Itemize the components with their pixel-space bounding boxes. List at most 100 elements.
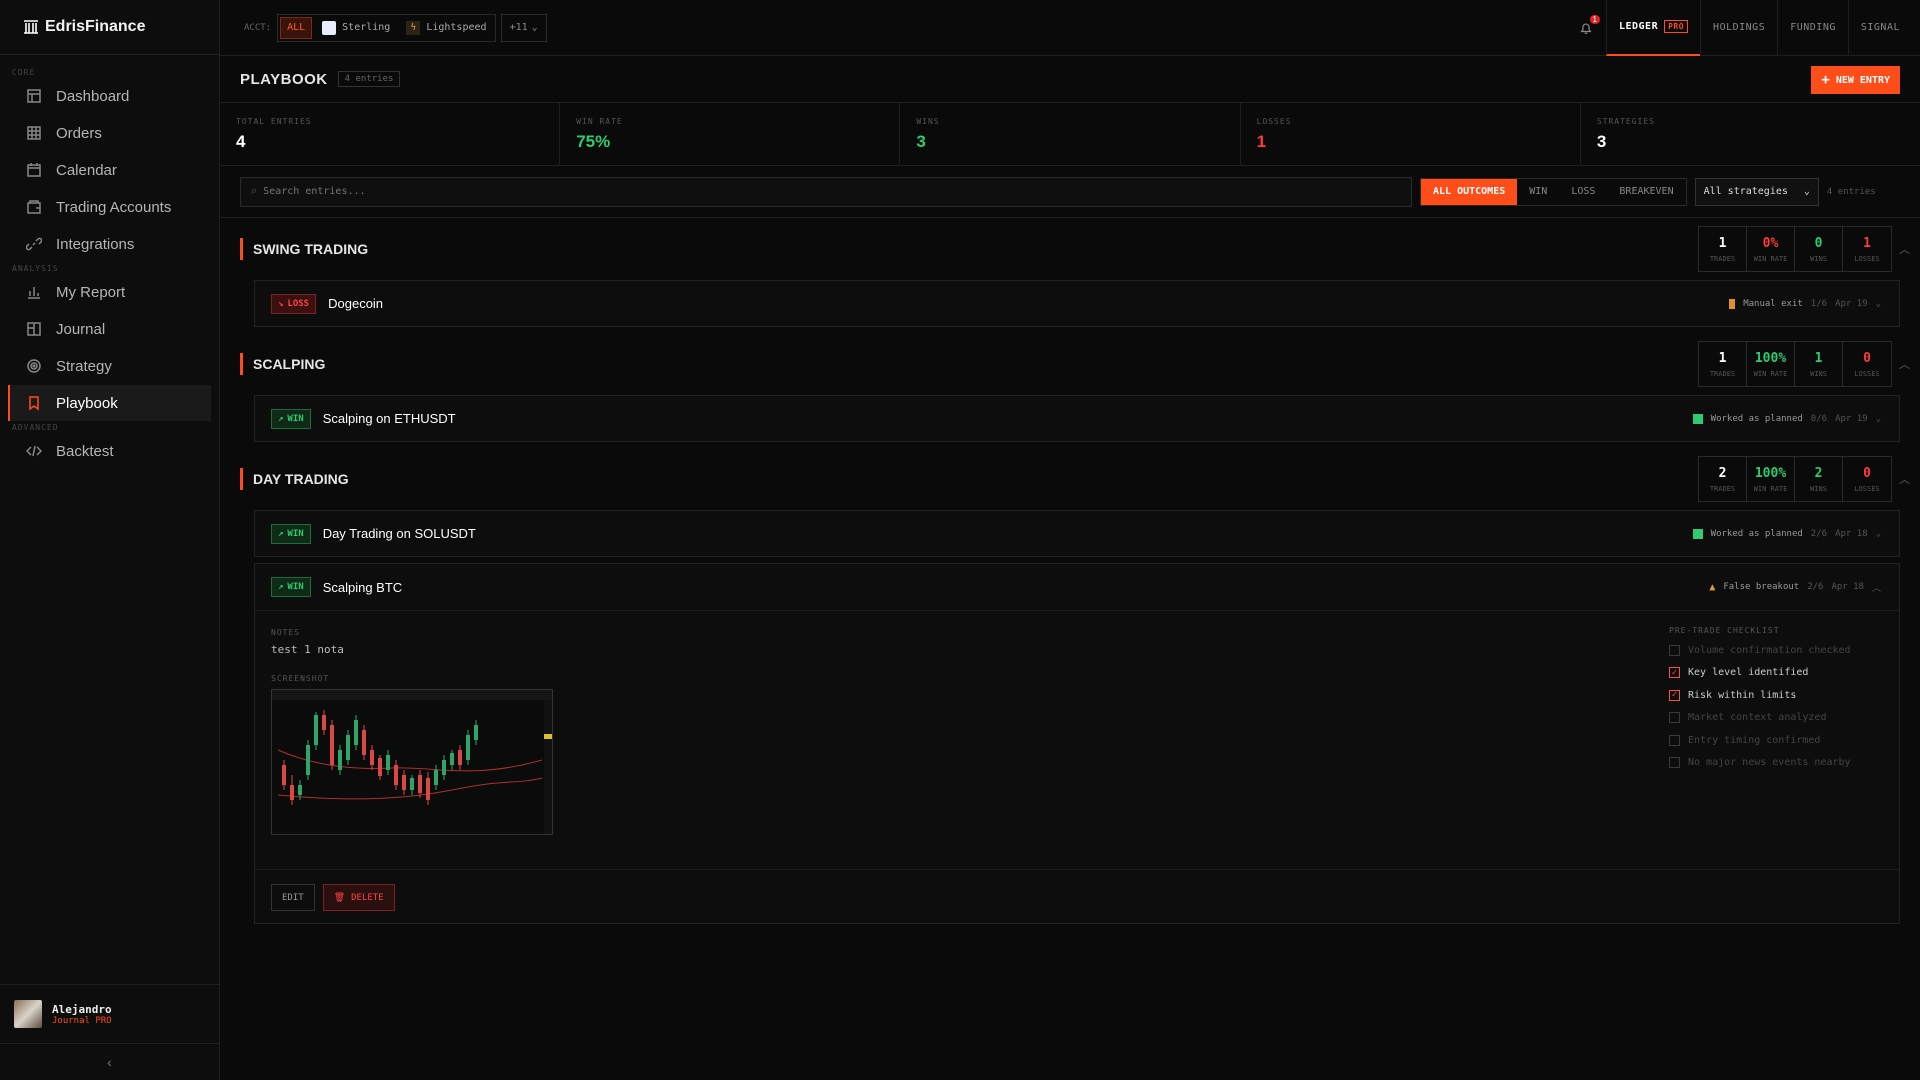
- filter-loss[interactable]: LOSS: [1559, 179, 1607, 205]
- account-chip-sterling[interactable]: Sterling: [316, 17, 396, 39]
- checklist-item[interactable]: Market context analyzed: [1669, 707, 1851, 730]
- chevron-up-icon[interactable]: ︿: [1899, 241, 1910, 257]
- checklist-item[interactable]: No major news events nearby: [1669, 752, 1851, 775]
- stat-label: TRADES: [1709, 254, 1736, 263]
- checklist-item[interactable]: ✓ Risk within limits: [1669, 684, 1851, 707]
- edit-button[interactable]: EDIT: [271, 884, 315, 911]
- tab-funding[interactable]: FUNDING: [1777, 0, 1848, 56]
- checklist-score: 0/6: [1810, 413, 1828, 424]
- checkbox[interactable]: [1669, 734, 1680, 746]
- filter-all-outcomes[interactable]: ALL OUTCOMES: [1421, 178, 1518, 205]
- chevron-up-icon[interactable]: ︿: [1872, 581, 1881, 594]
- chevron-down-icon: ⌄: [1803, 186, 1810, 197]
- sidebar-item-strategy[interactable]: Strategy: [8, 348, 211, 384]
- checkbox[interactable]: [1669, 644, 1680, 656]
- filter-win[interactable]: WIN: [1517, 179, 1559, 205]
- bar-chart-icon: [28, 287, 40, 299]
- stat-value: 75%: [576, 132, 611, 151]
- new-entry-button[interactable]: + NEW ENTRY: [1811, 66, 1900, 94]
- account-chip-label: Lightspeed: [426, 22, 487, 33]
- playbook-entry[interactable]: ↘ LOSS Dogecoin Manual exit 1/6 Apr 19 ⌄: [254, 280, 1900, 327]
- checkbox[interactable]: [1669, 757, 1680, 769]
- stats-row: TOTAL ENTRIES 4 WIN RATE 75% WINS 3 LOSS…: [220, 103, 1920, 166]
- sidebar-item-my-report[interactable]: My Report: [8, 274, 211, 310]
- chevron-down-icon[interactable]: ⌄: [1876, 299, 1881, 309]
- sidebar-item-label: Playbook: [56, 394, 118, 412]
- tab-signal[interactable]: SIGNAL: [1847, 0, 1912, 56]
- screenshot-label: SCREENSHOT: [271, 674, 330, 683]
- chevron-down-icon[interactable]: ⌄: [1876, 529, 1881, 539]
- group-stats: 2 TRADES 100% WIN RATE 2 WINS 0 LOSSES: [1698, 456, 1892, 502]
- filter-breakeven[interactable]: BREAKEVEN: [1607, 179, 1685, 205]
- stat-value: 1: [1718, 235, 1727, 251]
- account-chip-lightspeed[interactable]: ϟ Lightspeed: [400, 17, 492, 39]
- entry-header[interactable]: ↗ WIN Scalping BTC ▲ False breakout 2/6 A…: [255, 564, 1899, 611]
- outcome-badge-win: ↗ WIN: [271, 408, 311, 429]
- target-icon: [27, 359, 41, 373]
- delete-button[interactable]: 🗑 DELETE: [322, 884, 395, 911]
- chevron-up-icon[interactable]: ︿: [1899, 471, 1910, 487]
- checkbox[interactable]: [1669, 712, 1680, 724]
- app-name: EdrisFinance: [45, 18, 146, 35]
- chevron-up-icon[interactable]: ︿: [1899, 356, 1910, 372]
- sidebar-item-trading-accounts[interactable]: Trading Accounts: [8, 189, 211, 225]
- tab-ledger[interactable]: LEDGER PRO: [1605, 0, 1701, 56]
- notifications-button[interactable]: 1: [1566, 14, 1606, 35]
- checklist-item[interactable]: ✓ Key level identified: [1669, 662, 1851, 685]
- group-title: DAY TRADING: [240, 468, 349, 490]
- outcome-badge-win: ↗ WIN: [271, 577, 311, 597]
- checklist-item[interactable]: Volume confirmation checked: [1669, 639, 1851, 662]
- sidebar-item-calendar[interactable]: Calendar: [8, 152, 211, 188]
- strategy-group-scalping[interactable]: SCALPING 1 TRADES 100% WIN RATE 1 WINS 0 LOS…: [220, 333, 1920, 395]
- trade-screenshot[interactable]: [271, 689, 553, 835]
- tab-holdings[interactable]: HOLDINGS: [1700, 0, 1777, 56]
- sidebar-item-dashboard[interactable]: Dashboard: [8, 78, 211, 114]
- collapse-sidebar-button[interactable]: ‹: [0, 1044, 219, 1080]
- sidebar-item-orders[interactable]: Orders: [8, 115, 211, 151]
- group-stat-losses: 0 LOSSES: [1843, 457, 1891, 501]
- account-chip-all[interactable]: ALL: [280, 16, 313, 39]
- notes-label: NOTES: [271, 628, 301, 637]
- stat-label: WINS: [1810, 369, 1827, 378]
- stat-wins: WINS 3: [900, 103, 1241, 165]
- entry-name: Scalping on ETHUSDT: [322, 411, 456, 426]
- checkbox-checked[interactable]: ✓: [1669, 689, 1680, 701]
- brand[interactable]: EdrisFinance: [0, 0, 219, 55]
- more-accounts-dropdown[interactable]: +11 ⌄: [500, 13, 547, 42]
- strategy-select-value: All strategies: [1703, 186, 1788, 197]
- new-entry-label: NEW ENTRY: [1835, 74, 1890, 86]
- playbook-entry[interactable]: ↗ WIN Day Trading on SOLUSDT Worked as pl…: [254, 510, 1900, 557]
- chevron-down-icon[interactable]: ⌄: [1876, 414, 1881, 424]
- strategy-group-swing-trading[interactable]: SWING TRADING 1 TRADES 0% WIN RATE 0 WINS 1…: [220, 218, 1920, 280]
- entry-name: Day Trading on SOLUSDT: [322, 526, 476, 541]
- stat-label: TRADES: [1709, 484, 1736, 493]
- dashboard-icon: [27, 89, 41, 103]
- group-stat-trades: 1 TRADES: [1699, 342, 1747, 386]
- search-input[interactable]: [263, 186, 1411, 197]
- user-profile[interactable]: Alejandro Journal PRO: [0, 984, 219, 1044]
- checkbox-checked[interactable]: ✓: [1669, 667, 1680, 679]
- strategy-select[interactable]: All strategies ⌄: [1694, 177, 1819, 206]
- sidebar-item-journal[interactable]: Journal: [8, 311, 211, 347]
- group-stat-wins: 0 WINS: [1795, 227, 1843, 271]
- stat-value: 100%: [1754, 465, 1787, 481]
- playbook-entry[interactable]: ↗ WIN Scalping on ETHUSDT Worked as plann…: [254, 395, 1900, 442]
- checklist-item-label: Risk within limits: [1688, 689, 1797, 701]
- group-title: SWING TRADING: [240, 238, 368, 260]
- group-stat-win-rate: 100% WIN RATE: [1747, 342, 1795, 386]
- strategy-group-day-trading[interactable]: DAY TRADING 2 TRADES 100% WIN RATE 2 WINS 0…: [220, 448, 1920, 510]
- sidebar-item-backtest[interactable]: Backtest: [8, 433, 211, 469]
- section-label-core: CORE: [12, 68, 36, 77]
- checklist-item[interactable]: Entry timing confirmed: [1669, 729, 1851, 752]
- stat-total-entries: TOTAL ENTRIES 4: [220, 103, 561, 165]
- group-stat-losses: 1 LOSSES: [1843, 227, 1891, 271]
- outcome-badge-loss: ↘ LOSS: [271, 293, 317, 314]
- checklist-item-label: Market context analyzed: [1688, 712, 1827, 724]
- sidebar-item-integrations[interactable]: Integrations: [8, 226, 211, 262]
- entry-date: Apr 19: [1835, 413, 1868, 424]
- code-icon: [26, 445, 42, 457]
- entry-meta: Worked as planned 2/6 Apr 18 ⌄: [1692, 528, 1881, 539]
- pre-trade-checklist: PRE-TRADE CHECKLIST Volume confirmation …: [1669, 626, 1851, 774]
- sterling-logo-icon: [322, 20, 337, 35]
- sidebar-item-playbook[interactable]: Playbook: [8, 385, 211, 421]
